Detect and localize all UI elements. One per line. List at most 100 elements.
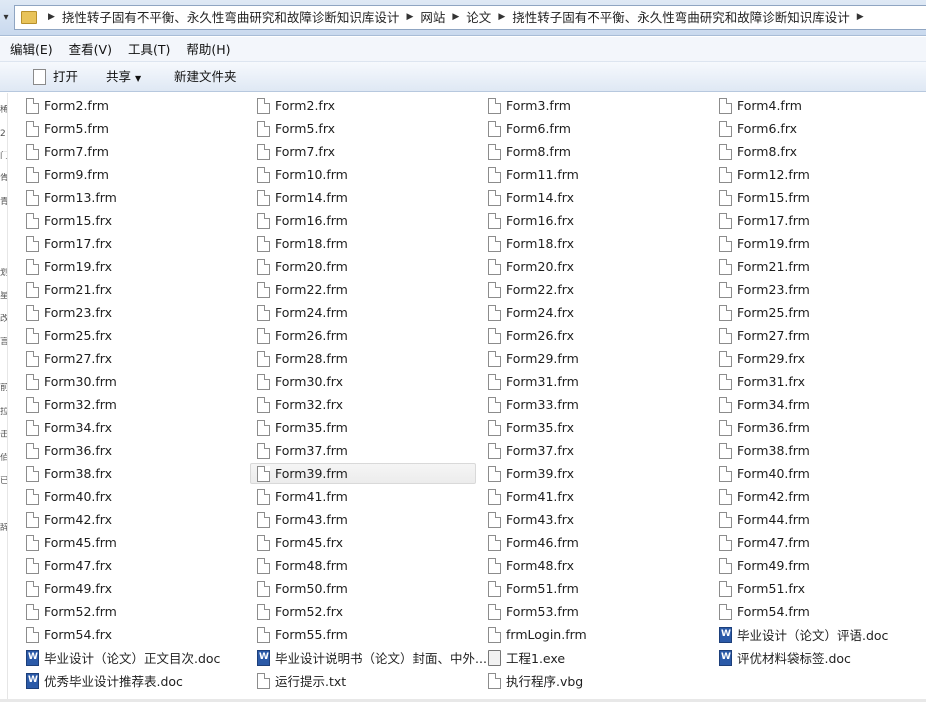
file-item[interactable]: Form17.frx bbox=[20, 233, 246, 254]
file-item[interactable]: Form40.frx bbox=[20, 486, 246, 507]
file-item[interactable]: Form19.frm bbox=[713, 233, 926, 254]
file-item[interactable]: Form47.frm bbox=[713, 532, 926, 553]
chevron-right-icon[interactable]: ▶ bbox=[399, 6, 420, 29]
file-item[interactable]: Form6.frm bbox=[482, 118, 708, 139]
file-item[interactable]: Form45.frm bbox=[20, 532, 246, 553]
file-item[interactable]: Form54.frm bbox=[713, 601, 926, 622]
file-item[interactable]: Form42.frm bbox=[713, 486, 926, 507]
file-item[interactable]: 执行程序.vbg bbox=[482, 670, 708, 691]
file-item[interactable]: Form35.frx bbox=[482, 417, 708, 438]
file-item[interactable]: 工程1.exe bbox=[482, 647, 708, 668]
file-item[interactable]: Form26.frx bbox=[482, 325, 708, 346]
nav-pane-label[interactable]: 星 bbox=[0, 291, 7, 301]
file-item[interactable]: Form23.frx bbox=[20, 302, 246, 323]
file-item[interactable]: Form41.frm bbox=[251, 486, 477, 507]
file-item[interactable]: Form22.frm bbox=[251, 279, 477, 300]
file-item[interactable]: Form47.frx bbox=[20, 555, 246, 576]
file-item[interactable]: Form46.frm bbox=[482, 532, 708, 553]
file-item[interactable]: Form39.frx bbox=[482, 463, 708, 484]
file-item[interactable]: Form16.frx bbox=[482, 210, 708, 231]
file-item[interactable]: Form16.frm bbox=[251, 210, 477, 231]
file-item[interactable]: Form48.frx bbox=[482, 555, 708, 576]
nav-pane-label[interactable]: 划 bbox=[0, 268, 7, 278]
file-item[interactable]: Form48.frm bbox=[251, 555, 477, 576]
nav-pane-label[interactable]: 青 bbox=[0, 197, 7, 207]
file-item[interactable]: Form44.frm bbox=[713, 509, 926, 530]
new-folder-button[interactable]: 新建文件夹 bbox=[174, 62, 237, 92]
file-item[interactable]: Form26.frm bbox=[251, 325, 477, 346]
file-item[interactable]: Form37.frm bbox=[251, 440, 477, 461]
nav-pane-label[interactable]: 击 bbox=[0, 430, 7, 440]
nav-pane-label[interactable]: 佰 bbox=[0, 453, 7, 463]
file-item[interactable]: Form18.frx bbox=[482, 233, 708, 254]
file-item[interactable]: Form40.frm bbox=[713, 463, 926, 484]
file-item[interactable]: Form14.frm bbox=[251, 187, 477, 208]
file-item[interactable]: Form43.frx bbox=[482, 509, 708, 530]
file-item[interactable]: Form5.frx bbox=[251, 118, 477, 139]
file-item[interactable]: Form34.frx bbox=[20, 417, 246, 438]
file-item[interactable]: Form51.frx bbox=[713, 578, 926, 599]
file-item[interactable]: Form27.frm bbox=[713, 325, 926, 346]
file-item[interactable]: 运行提示.txt bbox=[251, 670, 477, 691]
breadcrumb-item[interactable]: 论文 bbox=[466, 6, 491, 29]
chevron-right-icon[interactable]: ▶ bbox=[41, 6, 62, 29]
menu-tools[interactable]: 工具(T) bbox=[120, 37, 178, 62]
file-item[interactable]: Form34.frm bbox=[713, 394, 926, 415]
file-item[interactable]: Form25.frm bbox=[713, 302, 926, 323]
file-item[interactable]: Form27.frx bbox=[20, 348, 246, 369]
file-item[interactable]: Form5.frm bbox=[20, 118, 246, 139]
file-item[interactable]: 优秀毕业设计推荐表.doc bbox=[20, 670, 246, 691]
file-item[interactable]: Form52.frx bbox=[251, 601, 477, 622]
file-item[interactable]: Form31.frx bbox=[713, 371, 926, 392]
file-item[interactable]: Form30.frm bbox=[20, 371, 246, 392]
file-item[interactable]: Form18.frm bbox=[251, 233, 477, 254]
file-item[interactable]: Form21.frm bbox=[713, 256, 926, 277]
file-item[interactable]: Form22.frx bbox=[482, 279, 708, 300]
file-item[interactable]: Form38.frx bbox=[20, 463, 246, 484]
file-item[interactable]: Form21.frx bbox=[20, 279, 246, 300]
file-item[interactable]: Form29.frm bbox=[482, 348, 708, 369]
nav-pane-label[interactable]: 已 bbox=[0, 476, 7, 486]
menu-view[interactable]: 查看(V) bbox=[61, 37, 120, 62]
breadcrumb[interactable]: ▶ 挠性转子固有不平衡、永久性弯曲研究和故障诊断知识库设计 ▶ 网站 ▶ 论文 ▶ 挠性转子固… bbox=[14, 5, 926, 30]
file-item[interactable]: Form4.frm bbox=[713, 95, 926, 116]
nav-pane-label[interactable]: 辞 bbox=[0, 523, 7, 533]
file-item[interactable]: Form38.frm bbox=[713, 440, 926, 461]
file-item[interactable]: Form53.frm bbox=[482, 601, 708, 622]
file-item[interactable]: Form17.frm bbox=[713, 210, 926, 231]
nav-pane-label[interactable]: 拉 bbox=[0, 407, 7, 417]
file-item[interactable]: Form12.frm bbox=[713, 164, 926, 185]
breadcrumb-item[interactable]: 网站 bbox=[420, 6, 445, 29]
file-item[interactable]: Form33.frm bbox=[482, 394, 708, 415]
file-item[interactable]: Form54.frx bbox=[20, 624, 246, 645]
file-item[interactable]: Form24.frm bbox=[251, 302, 477, 323]
nav-pane-label[interactable]: 门 bbox=[0, 151, 7, 161]
file-item[interactable]: frmLogin.frm bbox=[482, 624, 708, 645]
file-item[interactable]: Form49.frx bbox=[20, 578, 246, 599]
nav-pane-label[interactable]: 胥 bbox=[0, 173, 7, 183]
file-item[interactable]: Form37.frx bbox=[482, 440, 708, 461]
file-item[interactable]: Form24.frx bbox=[482, 302, 708, 323]
chevron-down-icon[interactable]: ▾ bbox=[0, 8, 12, 28]
file-item[interactable]: Form7.frm bbox=[20, 141, 246, 162]
file-item[interactable]: Form10.frm bbox=[251, 164, 477, 185]
file-item[interactable]: Form52.frm bbox=[20, 601, 246, 622]
file-item[interactable]: Form19.frx bbox=[20, 256, 246, 277]
file-item[interactable]: Form15.frm bbox=[713, 187, 926, 208]
file-item[interactable]: Form50.frm bbox=[251, 578, 477, 599]
file-item[interactable]: Form8.frm bbox=[482, 141, 708, 162]
file-item[interactable]: Form6.frx bbox=[713, 118, 926, 139]
file-item[interactable]: Form3.frm bbox=[482, 95, 708, 116]
file-item[interactable]: Form20.frx bbox=[482, 256, 708, 277]
file-item[interactable]: 毕业设计（论文）评语.doc bbox=[713, 624, 926, 645]
nav-pane-label[interactable]: 稀 bbox=[0, 105, 7, 115]
file-item[interactable]: Form32.frx bbox=[251, 394, 477, 415]
file-item[interactable]: Form49.frm bbox=[713, 555, 926, 576]
file-item[interactable]: 评优材料袋标签.doc bbox=[713, 647, 926, 668]
file-item[interactable]: Form35.frm bbox=[251, 417, 477, 438]
file-item[interactable]: Form41.frx bbox=[482, 486, 708, 507]
file-item[interactable]: Form14.frx bbox=[482, 187, 708, 208]
file-item[interactable]: Form2.frx bbox=[251, 95, 477, 116]
nav-pane-label[interactable]: 前 bbox=[0, 383, 7, 393]
file-item[interactable]: Form13.frm bbox=[20, 187, 246, 208]
